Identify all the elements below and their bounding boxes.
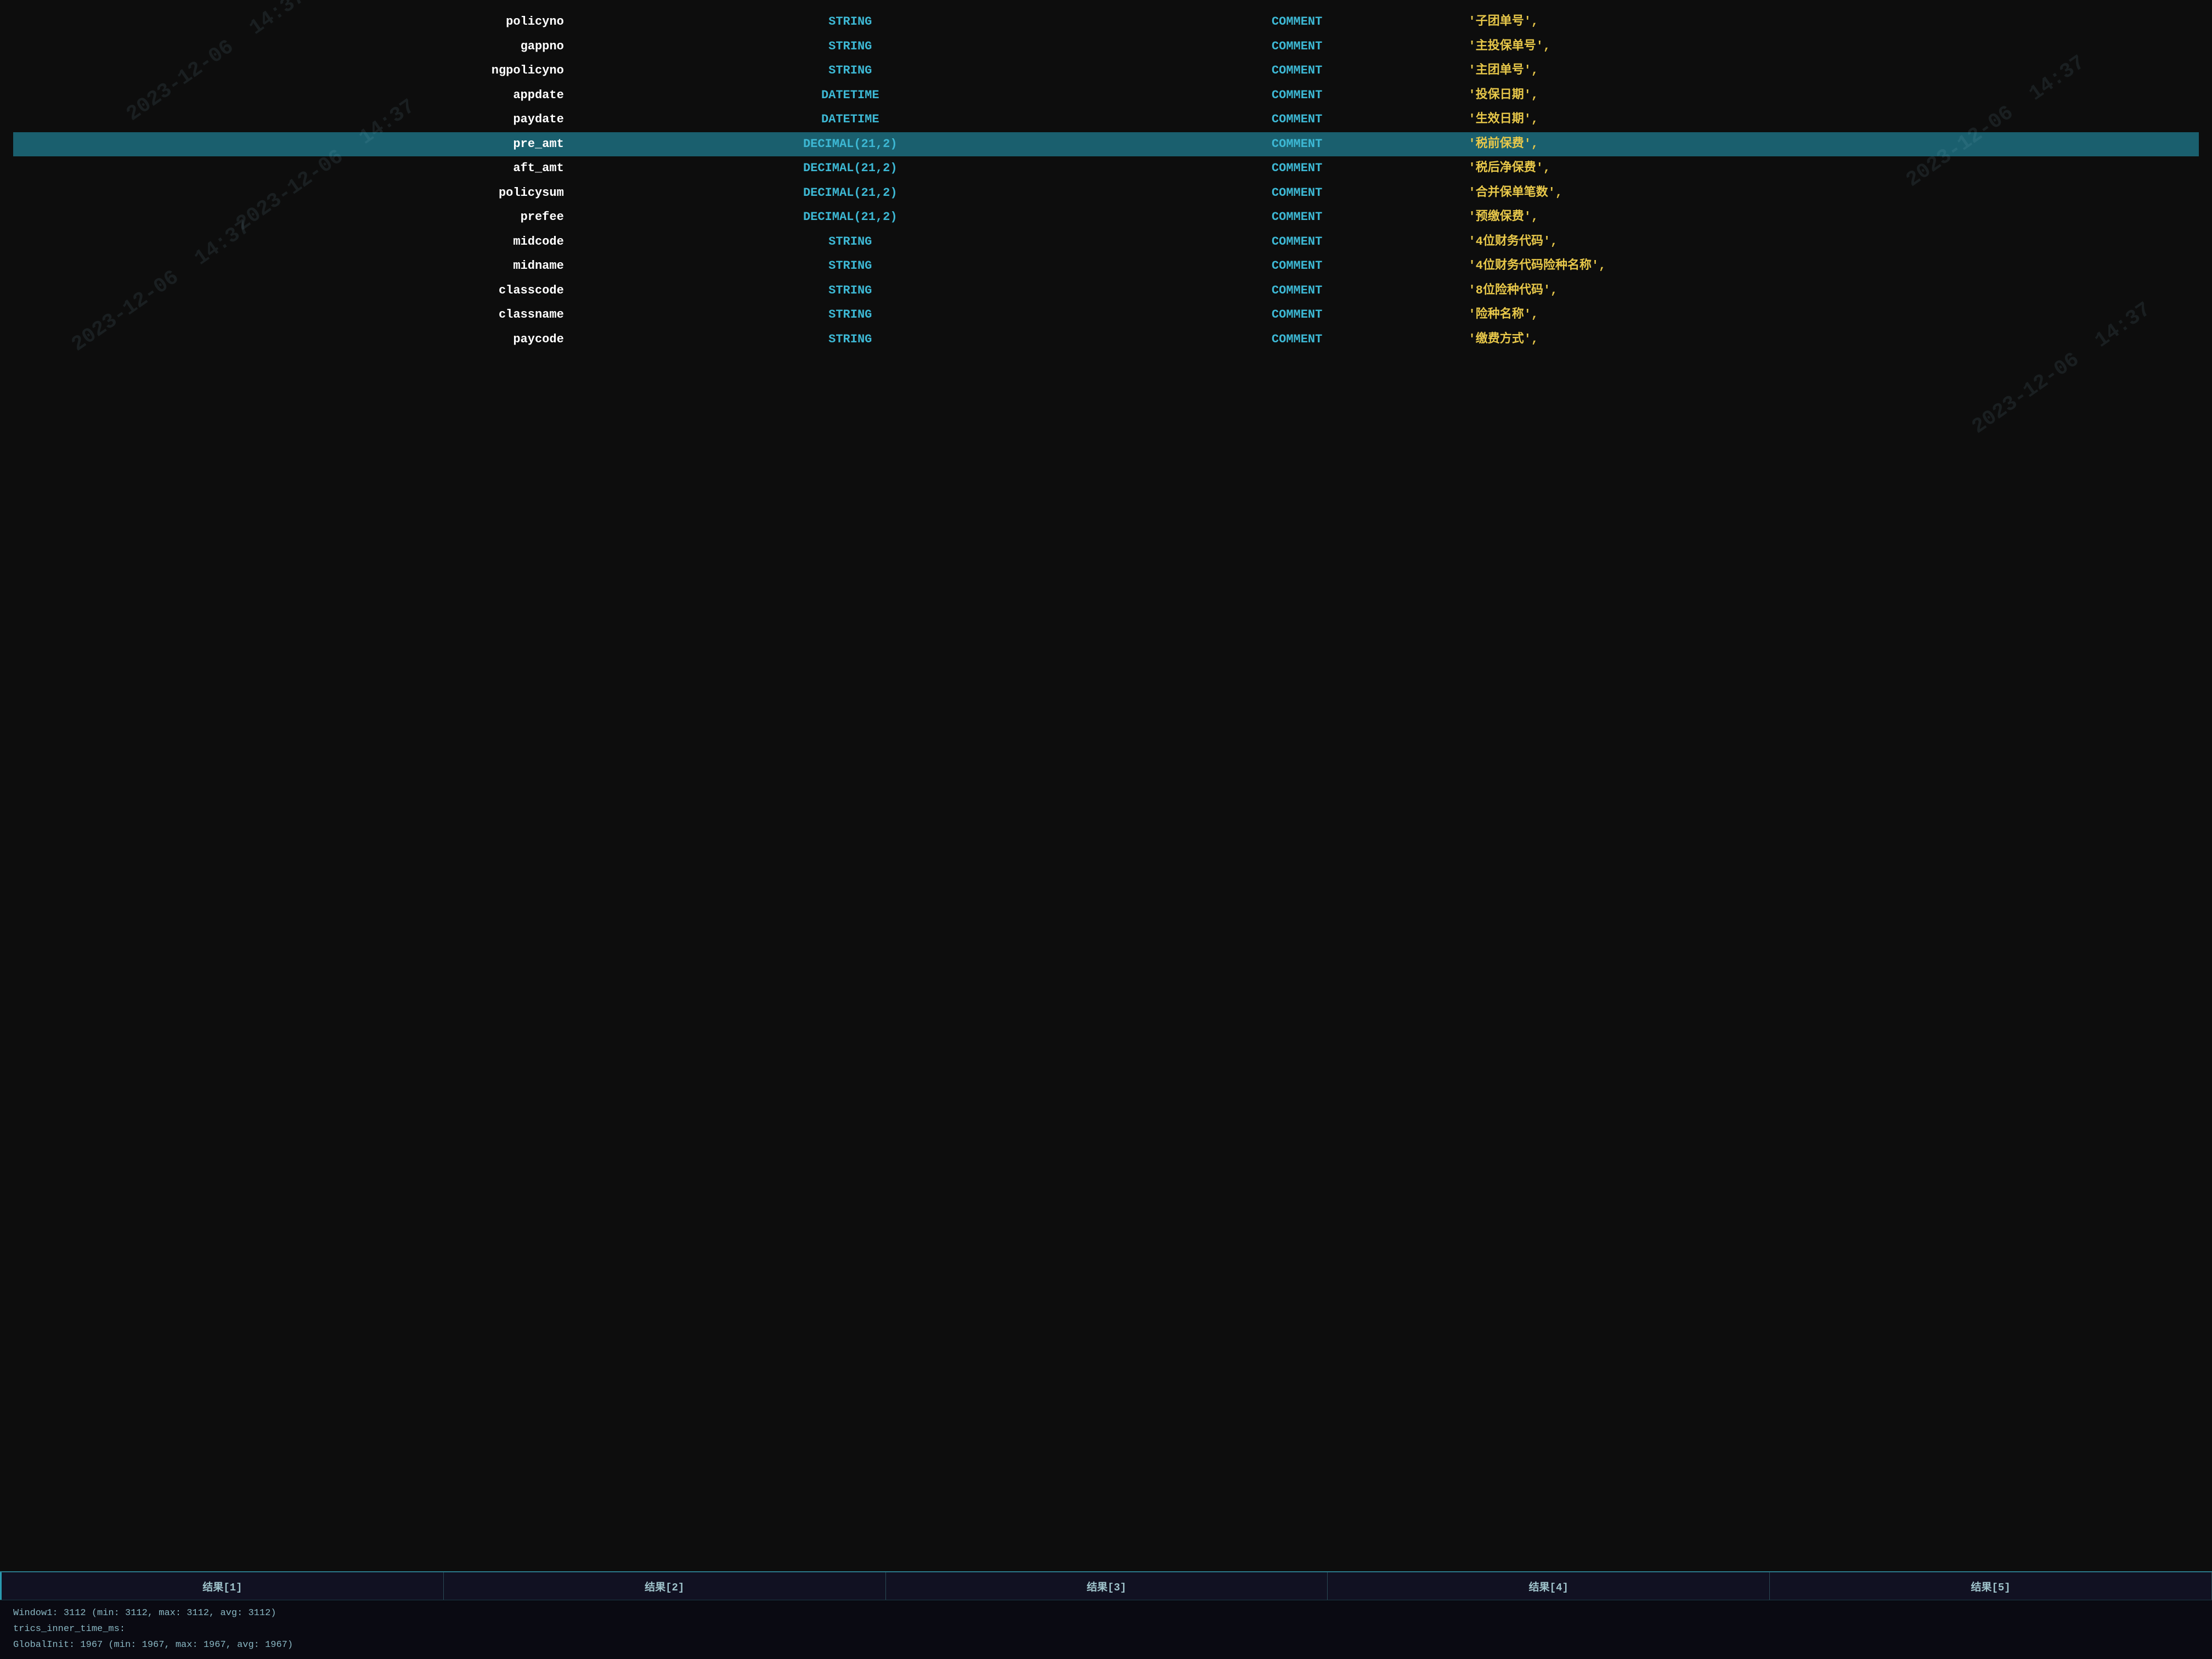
- field-type: STRING: [572, 254, 1129, 279]
- table-row: policysum DECIMAL(21,2) COMMENT '合并保单笔数'…: [13, 181, 2199, 206]
- tab-2[interactable]: 结果[2]: [444, 1572, 886, 1600]
- tab-bar: 结果[1]结果[2]结果[3]结果[4]结果[5]: [0, 1571, 2212, 1600]
- field-name: midcode: [13, 230, 572, 255]
- comment-value: '投保日期',: [1465, 83, 2199, 108]
- status-line-2: trics_inner_time_ms:: [13, 1622, 2199, 1638]
- table-row: prefee DECIMAL(21,2) COMMENT '预缴保费',: [13, 205, 2199, 230]
- table-row: pre_amt DECIMAL(21,2) COMMENT '税前保费',: [13, 132, 2199, 157]
- comment-value: '预缴保费',: [1465, 205, 2199, 230]
- table-row: classcode STRING COMMENT '8位险种代码',: [13, 279, 2199, 303]
- table-row: appdate DATETIME COMMENT '投保日期',: [13, 83, 2199, 108]
- table-row: gappno STRING COMMENT '主投保单号',: [13, 35, 2199, 59]
- tab-4[interactable]: 结果[4]: [1328, 1572, 1770, 1600]
- table-row: aft_amt DECIMAL(21,2) COMMENT '税后净保费',: [13, 156, 2199, 181]
- comment-value: '税前保费',: [1465, 132, 2199, 157]
- table-row: policyno STRING COMMENT '子团单号',: [13, 10, 2199, 35]
- tab-5[interactable]: 结果[5]: [1770, 1572, 2212, 1600]
- comment-keyword: COMMENT: [1129, 83, 1465, 108]
- table-row: paycode STRING COMMENT '缴费方式',: [13, 328, 2199, 352]
- field-name: gappno: [13, 35, 572, 59]
- comment-keyword: COMMENT: [1129, 254, 1465, 279]
- field-name: classcode: [13, 279, 572, 303]
- tab-1[interactable]: 结果[1]: [0, 1572, 444, 1600]
- field-name: ngpolicyno: [13, 59, 572, 83]
- comment-value: '4位财务代码',: [1465, 230, 2199, 255]
- field-name: pre_amt: [13, 132, 572, 157]
- field-type: STRING: [572, 10, 1129, 35]
- comment-value: '生效日期',: [1465, 108, 2199, 132]
- field-name: policysum: [13, 181, 572, 206]
- field-type: STRING: [572, 230, 1129, 255]
- comment-value: '缴费方式',: [1465, 328, 2199, 352]
- comment-keyword: COMMENT: [1129, 35, 1465, 59]
- status-line-3: GlobalInit: 1967 (min: 1967, max: 1967, …: [13, 1638, 2199, 1654]
- comment-value: '险种名称',: [1465, 303, 2199, 328]
- field-name: policyno: [13, 10, 572, 35]
- table-row: classname STRING COMMENT '险种名称',: [13, 303, 2199, 328]
- field-type: DECIMAL(21,2): [572, 156, 1129, 181]
- table-row: paydate DATETIME COMMENT '生效日期',: [13, 108, 2199, 132]
- comment-value: '合并保单笔数',: [1465, 181, 2199, 206]
- field-type: STRING: [572, 328, 1129, 352]
- code-area: 2023-12-06 14:37 2023-12-06 14:37 2023-1…: [0, 0, 2212, 1571]
- field-type: DATETIME: [572, 83, 1129, 108]
- field-type: DECIMAL(21,2): [572, 132, 1129, 157]
- comment-keyword: COMMENT: [1129, 181, 1465, 206]
- field-name: prefee: [13, 205, 572, 230]
- comment-keyword: COMMENT: [1129, 230, 1465, 255]
- status-bar: Window1: 3112 (min: 3112, max: 3112, avg…: [0, 1600, 2212, 1659]
- field-type: STRING: [572, 35, 1129, 59]
- comment-value: '主团单号',: [1465, 59, 2199, 83]
- status-line-1: Window1: 3112 (min: 3112, max: 3112, avg…: [13, 1606, 2199, 1622]
- field-name: classname: [13, 303, 572, 328]
- field-type: STRING: [572, 303, 1129, 328]
- comment-value: '主投保单号',: [1465, 35, 2199, 59]
- comment-keyword: COMMENT: [1129, 132, 1465, 157]
- table-row: ngpolicyno STRING COMMENT '主团单号',: [13, 59, 2199, 83]
- comment-value: '8位险种代码',: [1465, 279, 2199, 303]
- field-type: DATETIME: [572, 108, 1129, 132]
- comment-keyword: COMMENT: [1129, 328, 1465, 352]
- comment-value: '4位财务代码险种名称',: [1465, 254, 2199, 279]
- field-type: DECIMAL(21,2): [572, 181, 1129, 206]
- comment-keyword: COMMENT: [1129, 59, 1465, 83]
- tab-3[interactable]: 结果[3]: [886, 1572, 1328, 1600]
- table-row: midname STRING COMMENT '4位财务代码险种名称',: [13, 254, 2199, 279]
- comment-keyword: COMMENT: [1129, 10, 1465, 35]
- field-name: paycode: [13, 328, 572, 352]
- comment-keyword: COMMENT: [1129, 279, 1465, 303]
- field-name: appdate: [13, 83, 572, 108]
- field-name: aft_amt: [13, 156, 572, 181]
- field-name: midname: [13, 254, 572, 279]
- table-row: midcode STRING COMMENT '4位财务代码',: [13, 230, 2199, 255]
- field-name: paydate: [13, 108, 572, 132]
- comment-keyword: COMMENT: [1129, 156, 1465, 181]
- comment-keyword: COMMENT: [1129, 108, 1465, 132]
- field-type: DECIMAL(21,2): [572, 205, 1129, 230]
- comment-keyword: COMMENT: [1129, 303, 1465, 328]
- comment-keyword: COMMENT: [1129, 205, 1465, 230]
- field-type: STRING: [572, 59, 1129, 83]
- field-type: STRING: [572, 279, 1129, 303]
- schema-table: policyno STRING COMMENT '子团单号', gappno S…: [13, 10, 2199, 352]
- comment-value: '子团单号',: [1465, 10, 2199, 35]
- comment-value: '税后净保费',: [1465, 156, 2199, 181]
